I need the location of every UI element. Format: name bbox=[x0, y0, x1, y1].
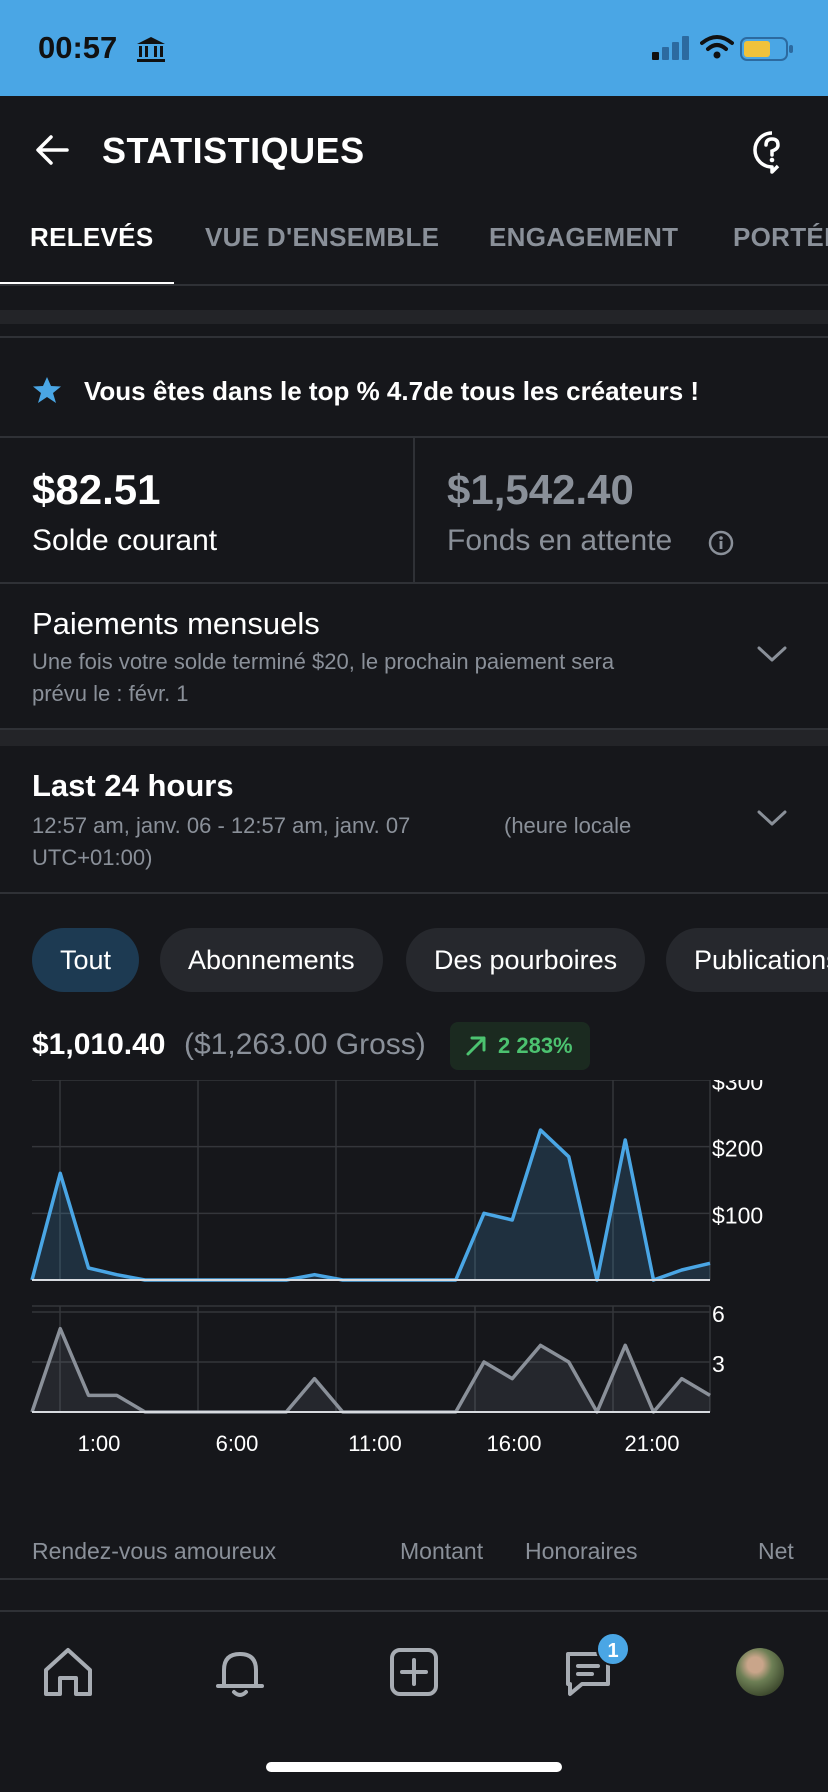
home-indicator bbox=[266, 1762, 562, 1772]
page-title: STATISTIQUES bbox=[102, 130, 365, 171]
signal-icon bbox=[652, 36, 689, 60]
banner-text: Vous êtes dans le top % 4.7de tous les c… bbox=[84, 376, 700, 406]
x-tick-label: 11:00 bbox=[348, 1431, 401, 1456]
col-amount: Montant bbox=[400, 1538, 484, 1564]
y-tick-label: $300 bbox=[712, 1080, 763, 1095]
section-divider bbox=[0, 730, 828, 746]
chip-abonnements[interactable]: Abonnements bbox=[160, 928, 383, 992]
balance-divider bbox=[413, 438, 415, 582]
pending-funds-label: Fonds en attente bbox=[447, 524, 673, 557]
earnings-chart: $300 $200 $100 6 3 1:00 6:00 11:00 16:00 21:00 bbox=[30, 1080, 763, 1456]
wifi-icon bbox=[700, 35, 734, 59]
period-utc: UTC+01:00) bbox=[32, 845, 153, 870]
tab-releves[interactable]: RELEVÉS bbox=[30, 222, 153, 253]
avatar[interactable] bbox=[736, 1648, 784, 1696]
messages-badge: 1 bbox=[596, 1632, 630, 1666]
gross-earnings: ($1,263.00 Gross) bbox=[184, 1028, 426, 1061]
x-tick-label: 16:00 bbox=[486, 1431, 541, 1456]
net-earnings: $1,010.40 bbox=[32, 1028, 166, 1061]
add-post-icon[interactable] bbox=[386, 1644, 442, 1700]
col-fees: Honoraires bbox=[525, 1538, 638, 1564]
y-tick-label: 3 bbox=[712, 1351, 725, 1377]
x-tick-label: 1:00 bbox=[78, 1431, 121, 1456]
chevron-down-icon[interactable] bbox=[756, 644, 788, 664]
top-creator-banner: Vous êtes dans le top % 4.7de tous les c… bbox=[0, 336, 828, 438]
star-icon bbox=[33, 377, 61, 403]
current-balance-amount: $82.51 bbox=[32, 466, 161, 513]
status-time: 00:57 bbox=[38, 30, 118, 65]
back-arrow-icon[interactable] bbox=[34, 132, 70, 168]
monthly-payments-title: Paiements mensuels bbox=[32, 606, 320, 641]
active-tab-indicator bbox=[0, 282, 174, 284]
series-area bbox=[32, 1328, 710, 1412]
filter-chips: Tout Abonnements Des pourboires Publicat… bbox=[0, 928, 828, 992]
chevron-down-icon[interactable] bbox=[756, 808, 788, 828]
series-area bbox=[32, 1130, 710, 1280]
x-tick-label: 6:00 bbox=[216, 1431, 259, 1456]
y-tick-label: $100 bbox=[712, 1202, 763, 1228]
balances-panel: $82.51 Solde courant $1,542.40 Fonds en … bbox=[0, 438, 828, 584]
y-tick-label: 6 bbox=[712, 1301, 725, 1327]
pending-funds-amount: $1,542.40 bbox=[447, 466, 634, 513]
col-net: Net bbox=[758, 1538, 794, 1564]
x-tick-label: 21:00 bbox=[624, 1431, 679, 1456]
trend-percent: 2 283% bbox=[498, 1033, 573, 1058]
current-balance-label: Solde courant bbox=[32, 524, 218, 557]
help-icon[interactable] bbox=[752, 130, 792, 174]
period-selector[interactable]: Last 24 hours 12:57 am, janv. 06 - 12:57… bbox=[0, 746, 828, 894]
bank-icon bbox=[137, 37, 165, 62]
tab-engagement[interactable]: ENGAGEMENT bbox=[489, 222, 678, 253]
trend-badge: 2 283% bbox=[450, 1022, 590, 1070]
chip-tout[interactable]: Tout bbox=[32, 928, 140, 992]
monthly-payments-section[interactable]: Paiements mensuels Une fois votre solde … bbox=[0, 584, 828, 730]
trend-up-icon bbox=[466, 1036, 486, 1056]
period-title: Last 24 hours bbox=[32, 768, 234, 803]
monthly-payments-desc-2: prévu le : févr. 1 bbox=[32, 681, 189, 706]
y-tick-label: $200 bbox=[712, 1136, 763, 1162]
tab-vue-ensemble[interactable]: VUE D'ENSEMBLE bbox=[205, 222, 439, 253]
info-icon[interactable] bbox=[708, 530, 734, 556]
chip-pourboires[interactable]: Des pourboires bbox=[406, 928, 646, 992]
status-bar: 00:57 bbox=[0, 0, 828, 96]
col-date: Rendez-vous amoureux bbox=[32, 1538, 277, 1564]
battery-icon bbox=[740, 37, 793, 61]
bell-icon[interactable] bbox=[212, 1644, 268, 1700]
period-timezone: (heure locale bbox=[504, 813, 632, 838]
chip-publications[interactable]: Publications bbox=[666, 928, 828, 992]
monthly-payments-desc-1: Une fois votre solde terminé $20, le pro… bbox=[32, 649, 615, 674]
home-icon[interactable] bbox=[40, 1644, 96, 1700]
period-range: 12:57 am, janv. 06 - 12:57 am, janv. 07 bbox=[32, 813, 411, 838]
transactions-table-header: Rendez-vous amoureux Montant Honoraires … bbox=[0, 1520, 828, 1580]
tab-portee[interactable]: PORTÉE bbox=[733, 222, 828, 253]
section-divider bbox=[0, 288, 828, 324]
tab-bar: RELEVÉS VUE D'ENSEMBLE ENGAGEMENT PORTÉE bbox=[0, 206, 828, 286]
app-header: STATISTIQUES bbox=[0, 96, 828, 206]
